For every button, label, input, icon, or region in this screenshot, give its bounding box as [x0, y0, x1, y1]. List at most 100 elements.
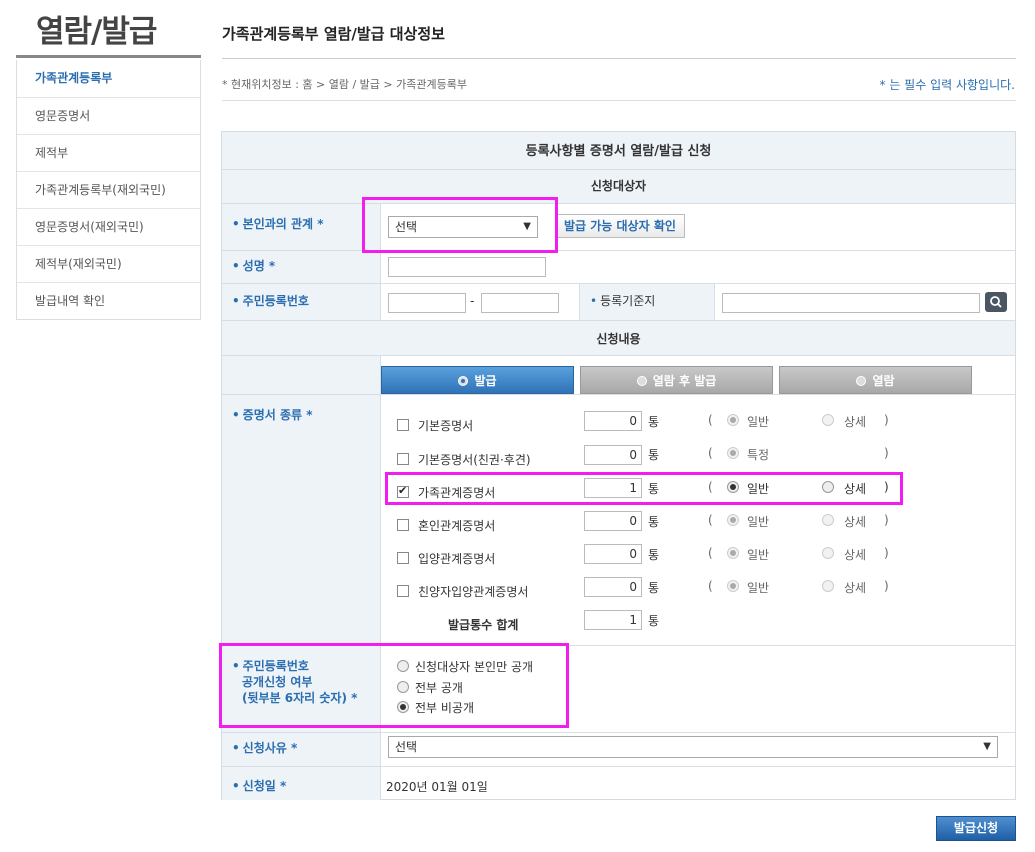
base-place-label: • 등록기준지 [590, 294, 656, 308]
cert-count-input[interactable]: 0 [584, 411, 642, 431]
issue-request-button[interactable]: 발급신청 [936, 816, 1016, 841]
sidebar-item-removal-register-overseas[interactable]: 제적부(재외국민) [17, 245, 200, 282]
option-label: 상세 [844, 415, 867, 429]
paren: ) [884, 413, 889, 427]
total-count: 1 [584, 610, 642, 630]
row-divider [222, 250, 1015, 251]
cert-type-label: • 증명서 종류 * [232, 408, 313, 422]
rrn-back-input[interactable] [481, 293, 559, 313]
relation-label: • 본인과의 관계 * [232, 217, 324, 231]
radio-general[interactable] [727, 414, 739, 426]
sidebar-item-issue-history[interactable]: 발급내역 확인 [17, 282, 200, 319]
paren: ) [884, 446, 889, 460]
radio-detail[interactable] [822, 414, 834, 426]
option-label: 일반 [747, 415, 770, 429]
highlight-family-cert [385, 472, 903, 505]
unit-label: 통 [648, 548, 660, 562]
base-place-input[interactable] [722, 293, 980, 313]
page-title: 가족관계등록부 열람/발급 대상정보 [222, 25, 445, 43]
radio-detail[interactable] [822, 580, 834, 592]
unit-label: 통 [648, 448, 660, 462]
sidebar-title-divider [16, 55, 201, 58]
paren: ( [708, 446, 713, 460]
tab-view[interactable]: 열람 [779, 366, 972, 394]
application-date: 2020년 01월 01일 [386, 780, 488, 794]
cert-name: 기본증명서 [418, 419, 474, 433]
radio-general[interactable] [727, 514, 739, 526]
option-label: 일반 [747, 581, 770, 595]
paren: ( [708, 579, 713, 593]
option-label: 특정 [747, 448, 770, 462]
unit-label: 통 [648, 581, 660, 595]
radio-detail[interactable] [822, 547, 834, 559]
cert-count-input[interactable]: 0 [584, 577, 642, 597]
cert-count-input[interactable]: 0 [584, 445, 642, 465]
paren: ) [884, 513, 889, 527]
rrn-dash: - [470, 294, 475, 308]
highlight-relation [362, 197, 558, 253]
date-label: • 신청일 * [232, 779, 287, 793]
cert-name: 친양자입양관계증명서 [418, 585, 529, 599]
sidebar-item-family-register[interactable]: 가족관계등록부 [17, 60, 200, 97]
sidebar-item-removal-register[interactable]: 제적부 [17, 134, 200, 171]
unit-label: 통 [648, 515, 660, 529]
section-target: 신청대상자 [222, 170, 1015, 204]
rrn-front-input[interactable] [388, 293, 466, 313]
label-column-tabs [222, 356, 381, 394]
search-icon [990, 296, 1002, 308]
reason-select[interactable]: 선택 ▼ [388, 736, 998, 758]
check-eligible-button[interactable]: 발급 가능 대상자 확인 [555, 214, 685, 238]
breadcrumb: * 현재위치정보 : 홈 > 열람 / 발급 > 가족관계등록부 [222, 78, 467, 91]
sidebar-item-english-cert-overseas[interactable]: 영문증명서(재외국민) [17, 208, 200, 245]
tab-issue[interactable]: 발급 [381, 366, 574, 394]
cert-count-input[interactable]: 0 [584, 511, 642, 531]
sidebar-title: 열람/발급 [36, 14, 157, 50]
radio-general[interactable] [727, 580, 739, 592]
radio-icon [856, 376, 867, 386]
label-column-certs [222, 395, 381, 645]
cert-checkbox-basic-custody[interactable] [397, 453, 409, 465]
form-title: 등록사항별 증명서 열람/발급 신청 [222, 132, 1015, 170]
radio-icon [458, 376, 469, 386]
unit-label: 통 [648, 614, 660, 628]
cert-checkbox-marriage[interactable] [397, 519, 409, 531]
rrn-label: • 주민등록번호 [232, 294, 309, 308]
cert-name: 입양관계증명서 [418, 552, 496, 566]
paren: ( [708, 546, 713, 560]
cert-count-input[interactable]: 0 [584, 544, 642, 564]
paren: ( [708, 513, 713, 527]
name-input[interactable] [388, 257, 546, 277]
radio-general[interactable] [727, 547, 739, 559]
highlight-rrn-disclosure [219, 643, 569, 728]
option-label: 상세 [844, 548, 867, 562]
paren: ) [884, 546, 889, 560]
total-label: 발급통수 합계 [448, 618, 519, 632]
radio-detail[interactable] [822, 514, 834, 526]
sidebar-item-family-register-overseas[interactable]: 가족관계등록부(재외국민) [17, 171, 200, 208]
chevron-down-icon: ▼ [983, 741, 991, 752]
option-label: 상세 [844, 581, 867, 595]
radio-icon [636, 376, 647, 386]
reason-select-value: 선택 [395, 740, 418, 754]
radio-specific[interactable] [727, 447, 739, 459]
search-button[interactable] [985, 292, 1007, 312]
sidebar-item-english-cert[interactable]: 영문증명서 [17, 97, 200, 134]
option-label: 상세 [844, 515, 867, 529]
paren: ) [884, 579, 889, 593]
row-divider [222, 766, 1015, 767]
tab-view-then-issue[interactable]: 열람 후 발급 [580, 366, 773, 394]
breadcrumb-divider [222, 100, 1016, 101]
required-note: * 는 필수 입력 사항입니다. [879, 78, 1015, 92]
title-divider [222, 58, 1016, 59]
cert-checkbox-basic[interactable] [397, 419, 409, 431]
option-label: 일반 [747, 515, 770, 529]
cert-checkbox-full-adoption[interactable] [397, 585, 409, 597]
option-label: 일반 [747, 548, 770, 562]
section-content: 신청내용 [222, 320, 1015, 356]
cert-name: 기본증명서(친권·후견) [418, 453, 531, 467]
sidebar-menu: 가족관계등록부 영문증명서 제적부 가족관계등록부(재외국민) 영문증명서(재외… [16, 60, 201, 320]
paren: ( [708, 413, 713, 427]
cert-checkbox-adoption[interactable] [397, 552, 409, 564]
reason-label: • 신청사유 * [232, 741, 298, 755]
cert-name: 혼인관계증명서 [418, 519, 496, 533]
